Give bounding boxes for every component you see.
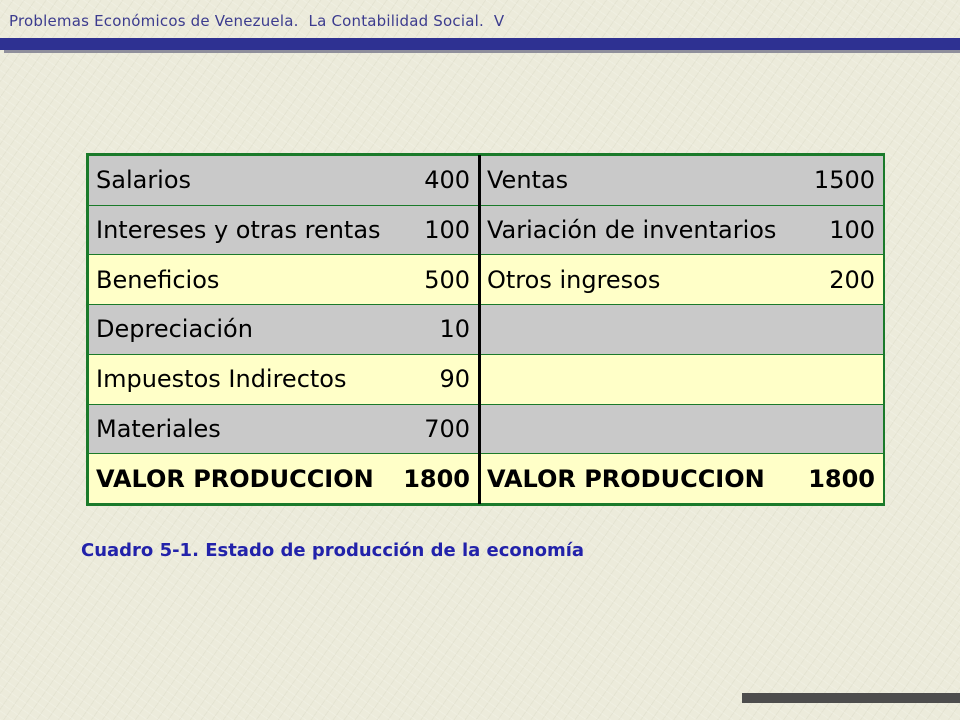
cost-total-label: VALOR PRODUCCION xyxy=(96,464,374,493)
cost-value: 10 xyxy=(439,315,470,344)
cost-cell: Beneficios 500 xyxy=(88,254,481,306)
header-bar-shadow xyxy=(4,50,960,53)
cost-total-value: 1800 xyxy=(403,464,470,493)
cost-total-cell: VALOR PRODUCCION 1800 xyxy=(88,453,481,504)
cost-label: Materiales xyxy=(96,414,221,443)
income-cell-empty xyxy=(479,304,884,355)
cost-label: Intereses y otras rentas xyxy=(96,216,381,245)
income-cell: Ventas 1500 xyxy=(479,155,884,206)
income-value: 100 xyxy=(829,216,875,245)
income-cell-empty xyxy=(479,353,884,405)
cost-label: Beneficios xyxy=(96,265,220,294)
table-row: Materiales 700 xyxy=(88,403,884,455)
income-cell-empty xyxy=(479,403,884,455)
cost-cell: Intereses y otras rentas 100 xyxy=(88,204,481,256)
income-label: Variación de inventarios xyxy=(487,216,777,245)
header-title: Problemas Económicos de Venezuela. La Co… xyxy=(9,12,505,30)
production-table: Salarios 400 Ventas 1500 Intereses y otras… xyxy=(88,155,884,504)
table-row: Depreciación 10 xyxy=(88,304,884,355)
cost-label: Impuestos Indirectos xyxy=(96,365,347,394)
income-label: Otros ingresos xyxy=(487,265,661,294)
production-table-frame: Salarios 400 Ventas 1500 Intereses y otras… xyxy=(86,153,885,506)
cost-label: Depreciación xyxy=(96,315,253,344)
income-value: 1500 xyxy=(813,166,875,195)
cost-cell: Depreciación 10 xyxy=(88,304,481,355)
table-caption: Cuadro 5-1. Estado de producción de la e… xyxy=(81,540,585,561)
footer-bar xyxy=(742,693,960,703)
cost-value: 500 xyxy=(424,265,470,294)
income-label: Ventas xyxy=(487,166,569,195)
income-value: 200 xyxy=(829,265,875,294)
table-row: Salarios 400 Ventas 1500 xyxy=(88,155,884,206)
income-cell: Otros ingresos 200 xyxy=(479,254,884,306)
cost-value: 100 xyxy=(424,216,470,245)
income-total-value: 1800 xyxy=(808,464,875,493)
cost-label: Salarios xyxy=(96,166,192,195)
cost-value: 700 xyxy=(424,414,470,443)
cost-value: 400 xyxy=(424,166,470,195)
income-total-label: VALOR PRODUCCION xyxy=(487,464,765,493)
table-row: Impuestos Indirectos 90 xyxy=(88,353,884,405)
income-cell: Variación de inventarios 100 xyxy=(479,204,884,256)
table-row: Intereses y otras rentas 100 Variación de… xyxy=(88,204,884,256)
table-total-row: VALOR PRODUCCION 1800 VALOR PRODUCCION 180… xyxy=(88,453,884,504)
cost-cell: Impuestos Indirectos 90 xyxy=(88,353,481,405)
cost-cell: Materiales 700 xyxy=(88,403,481,455)
income-total-cell: VALOR PRODUCCION 1800 xyxy=(479,453,884,504)
header-bar xyxy=(0,38,960,50)
cost-cell: Salarios 400 xyxy=(88,155,481,206)
table-row: Beneficios 500 Otros ingresos 200 xyxy=(88,254,884,306)
cost-value: 90 xyxy=(439,365,470,394)
